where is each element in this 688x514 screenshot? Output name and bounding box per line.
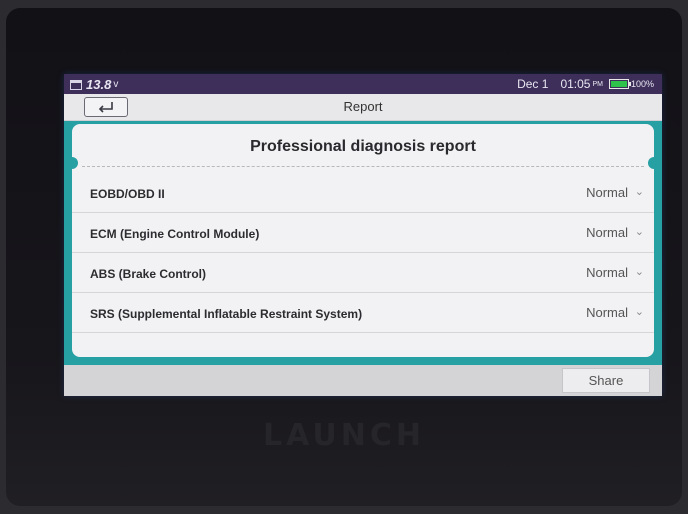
system-label: ECM (Engine Control Module) [90,227,260,241]
system-row-eobd[interactable]: EOBD/OBD II Normal ⌄ [72,173,654,213]
device-brand-logo: LAUNCH [262,418,425,453]
status-bar: 13.8 v Dec 1 01:05 PM 100% [64,74,662,94]
screen: 13.8 v Dec 1 01:05 PM 100% Report Profes… [64,74,662,396]
status-time: 01:05 [560,77,591,91]
calendar-icon [70,79,82,90]
status-dropdown[interactable]: Normal [586,265,628,280]
chevron-down-icon[interactable]: ⌄ [635,265,644,278]
voltage-unit: v [113,79,119,90]
ticket-notch-left [72,157,78,169]
status-ampm: PM [592,80,603,88]
report-card: Professional diagnosis report EOBD/OBD I… [72,124,654,357]
ticket-notch-right [648,157,654,169]
chevron-down-icon[interactable]: ⌄ [635,305,644,318]
report-frame: Professional diagnosis report EOBD/OBD I… [64,121,662,365]
system-label: SRS (Supplemental Inflatable Restraint S… [90,307,363,321]
voltage-readout: 13.8 [86,77,112,92]
status-dropdown[interactable]: Normal [586,185,628,200]
system-row-abs[interactable]: ABS (Brake Control) Normal ⌄ [72,253,654,293]
chevron-down-icon[interactable]: ⌄ [635,185,644,198]
chevron-down-icon[interactable]: ⌄ [635,225,644,238]
page-title: Report [343,99,383,114]
battery-level: 100% [630,79,654,89]
divider [82,166,644,167]
title-bar: Report [64,94,662,121]
system-row-ecm[interactable]: ECM (Engine Control Module) Normal ⌄ [72,213,654,253]
system-label: ABS (Brake Control) [90,267,207,281]
system-label: EOBD/OBD II [90,187,165,201]
report-heading: Professional diagnosis report [250,138,476,155]
share-button[interactable]: Share [562,368,650,393]
system-row-srs[interactable]: SRS (Supplemental Inflatable Restraint S… [72,293,654,333]
status-dropdown[interactable]: Normal [586,305,628,320]
status-dropdown[interactable]: Normal [586,225,628,240]
battery-icon [608,79,631,89]
status-date: Dec 1 [517,77,549,91]
bottom-bar: Share [64,365,662,396]
